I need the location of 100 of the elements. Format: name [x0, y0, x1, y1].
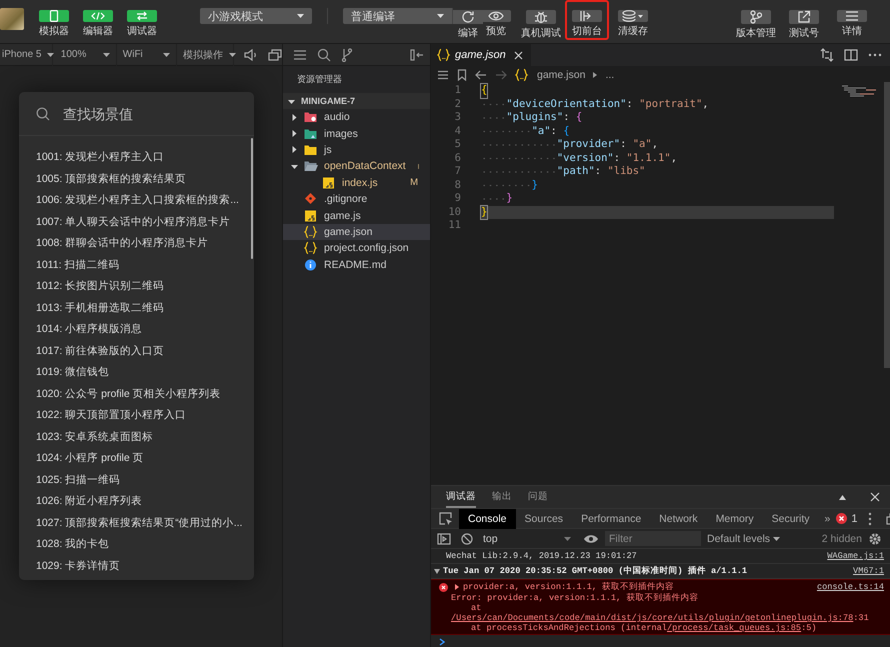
line-number: 4 — [454, 124, 461, 138]
toolbar-button[interactable]: 编辑器 — [76, 0, 120, 40]
eye-icon[interactable] — [583, 534, 599, 544]
settings-icon[interactable] — [868, 532, 882, 546]
panel-tab[interactable]: 输出 — [492, 486, 512, 508]
branch-icon[interactable] — [341, 48, 353, 62]
breadcrumb-item[interactable]: ... — [605, 69, 614, 81]
more-icon[interactable] — [868, 53, 882, 57]
more-vertical-icon[interactable] — [868, 512, 872, 526]
file-tree-item[interactable]: images — [283, 125, 430, 142]
devtools-tab[interactable]: Network — [650, 508, 707, 528]
scene-list-item[interactable]: 1025: 扫描一维码 — [36, 468, 254, 490]
devtools-tab[interactable]: Performance — [572, 508, 650, 528]
scrollbar[interactable] — [884, 82, 890, 368]
scene-list-item[interactable]: 1014: 小程序模版消息 — [36, 318, 254, 340]
file-tree-item[interactable]: game.json — [283, 224, 430, 240]
file-tree-item[interactable]: js — [283, 142, 430, 158]
file-link[interactable]: /process/task_queues.js:85 — [666, 623, 802, 633]
file-tree-item[interactable]: game.js — [283, 207, 430, 224]
file-tree-item[interactable]: audio — [283, 109, 430, 126]
scene-list-item[interactable]: 1005: 顶部搜索框的搜索结果页 — [36, 168, 254, 189]
devtools-tab[interactable]: Security — [762, 508, 819, 528]
caret-up-icon[interactable] — [839, 494, 846, 500]
file-tree-item[interactable]: .gitignore — [283, 190, 430, 208]
toolbar-button[interactable]: 版本管理 — [734, 0, 778, 40]
breadcrumb-item[interactable]: game.json — [537, 69, 586, 81]
search-icon[interactable] — [317, 48, 331, 62]
caret-icon[interactable] — [454, 584, 460, 590]
scene-list-item[interactable]: 1027: 顶部搜索框搜索结果页“使用过的小... — [36, 512, 254, 533]
filter-field[interactable]: Filter — [605, 531, 701, 546]
levels-select[interactable]: Default levels — [707, 532, 780, 544]
context-select[interactable]: top — [477, 532, 577, 544]
toolbar-button[interactable]: 预览 — [481, 0, 511, 40]
devtools-tab[interactable]: Memory — [706, 508, 763, 528]
split-editor-icon[interactable] — [844, 49, 858, 61]
scene-list-item[interactable]: 1001: 发现栏小程序主入口 — [36, 146, 254, 168]
bookmark-icon[interactable] — [457, 69, 467, 81]
caret-icon — [437, 14, 444, 18]
toolbar-button[interactable]: 模拟器 — [32, 0, 76, 40]
scene-list-item[interactable]: 1024: 小程序 profile 页 — [36, 447, 254, 468]
scene-list-item[interactable]: 1011: 扫描二维码 — [36, 254, 254, 275]
log-text: at processTicksAndRejections (internal — [471, 623, 667, 633]
file-link[interactable]: /Users/can/Documents/code/main/dist/js/core/utils/plugin/getonlineplugin.js:78 — [451, 613, 854, 623]
toolbar-button[interactable]: 清缓存 — [611, 0, 655, 40]
file-tree-item[interactable]: project.config.json — [283, 240, 430, 257]
toolbar-button[interactable]: 切前台 — [565, 0, 609, 40]
scene-list-item[interactable]: 1017: 前往体验版的入口页 — [36, 340, 254, 361]
source-link[interactable]: VM67:1 — [853, 566, 884, 576]
more-tabs-button[interactable]: » — [818, 508, 836, 528]
scene-list-item[interactable]: 1020: 公众号 profile 页相关小程序列表 — [36, 382, 254, 404]
scene-list-item[interactable]: 1006: 发现栏小程序主入口搜索框的搜索... — [36, 189, 254, 210]
source-link[interactable]: WAGame.js:1 — [827, 551, 884, 561]
scene-list-item[interactable]: 1026: 附近小程序列表 — [36, 490, 254, 512]
collapse-panel-icon[interactable] — [410, 48, 424, 60]
search-field[interactable]: 查找场景值 — [61, 104, 231, 122]
source-link[interactable]: console.ts:14 — [816, 582, 884, 592]
close-icon[interactable] — [514, 50, 523, 60]
prompt-icon[interactable] — [439, 638, 445, 646]
compile-select[interactable]: 普通编译 — [343, 8, 453, 24]
list-icon[interactable] — [437, 70, 449, 80]
chevron-icon — [593, 72, 598, 78]
code-line: "provider": "a", — [481, 138, 834, 152]
diamond-icon — [304, 192, 318, 206]
scene-list-item[interactable]: 1019: 微信钱包 — [36, 361, 254, 382]
scene-list-item[interactable]: 1013: 手机相册选取二维码 — [36, 296, 254, 318]
scrollbar[interactable] — [251, 138, 253, 259]
line-number: 2 — [454, 98, 461, 111]
compare-icon[interactable] — [820, 48, 834, 62]
scene-list-item[interactable]: 1008: 群聊会话中的小程序消息卡片 — [36, 232, 254, 254]
toolbar-button[interactable]: 调试器 — [120, 0, 164, 40]
mode-select[interactable]: 小游戏模式 — [200, 8, 312, 24]
close-icon[interactable] — [870, 492, 880, 502]
scene-list-item[interactable]: 1023: 安卓系统桌面图标 — [36, 426, 254, 447]
toolbar-button[interactable]: 详情 — [830, 0, 874, 40]
scene-list-item[interactable]: 1029: 卡券详情页 — [36, 554, 254, 576]
windows-icon[interactable] — [268, 48, 282, 60]
speaker-icon[interactable] — [244, 48, 258, 60]
devtools-tab[interactable]: Sources — [516, 508, 572, 528]
caret-icon — [291, 114, 298, 121]
scene-list-item[interactable]: 1007: 单人聊天会话中的小程序消息卡片 — [36, 210, 254, 232]
project-header[interactable]: MINIGAME-7 — [283, 93, 430, 109]
error-count[interactable]: 1 — [851, 512, 858, 524]
panel-tab[interactable]: 问题 — [528, 486, 548, 508]
scene-list-item[interactable]: 1028: 我的卡包 — [36, 533, 254, 554]
block-icon[interactable] — [461, 532, 473, 544]
file-tree-item[interactable]: README.md — [283, 256, 430, 273]
editor-tab[interactable]: game.json — [431, 44, 532, 66]
phone-icon — [49, 10, 59, 22]
caret-icon[interactable] — [434, 568, 440, 574]
list-icon[interactable] — [293, 48, 307, 60]
scene-list-item[interactable]: 1022: 聊天顶部置顶小程序入口 — [36, 404, 254, 426]
devtools-tab[interactable]: Console — [459, 508, 516, 528]
file-tree-item[interactable]: openDataContext — [283, 158, 430, 175]
toolbar-button[interactable]: 真机调试 — [517, 0, 565, 40]
toolbar-button[interactable]: 测试号 — [782, 0, 826, 40]
sidebar-icon[interactable] — [437, 532, 451, 544]
inspect-icon[interactable] — [439, 512, 453, 526]
file-tree-item[interactable]: index.js M — [283, 174, 430, 191]
back-arrow-icon[interactable] — [475, 70, 487, 80]
scene-list-item[interactable]: 1012: 长按图片识别二维码 — [36, 275, 254, 296]
